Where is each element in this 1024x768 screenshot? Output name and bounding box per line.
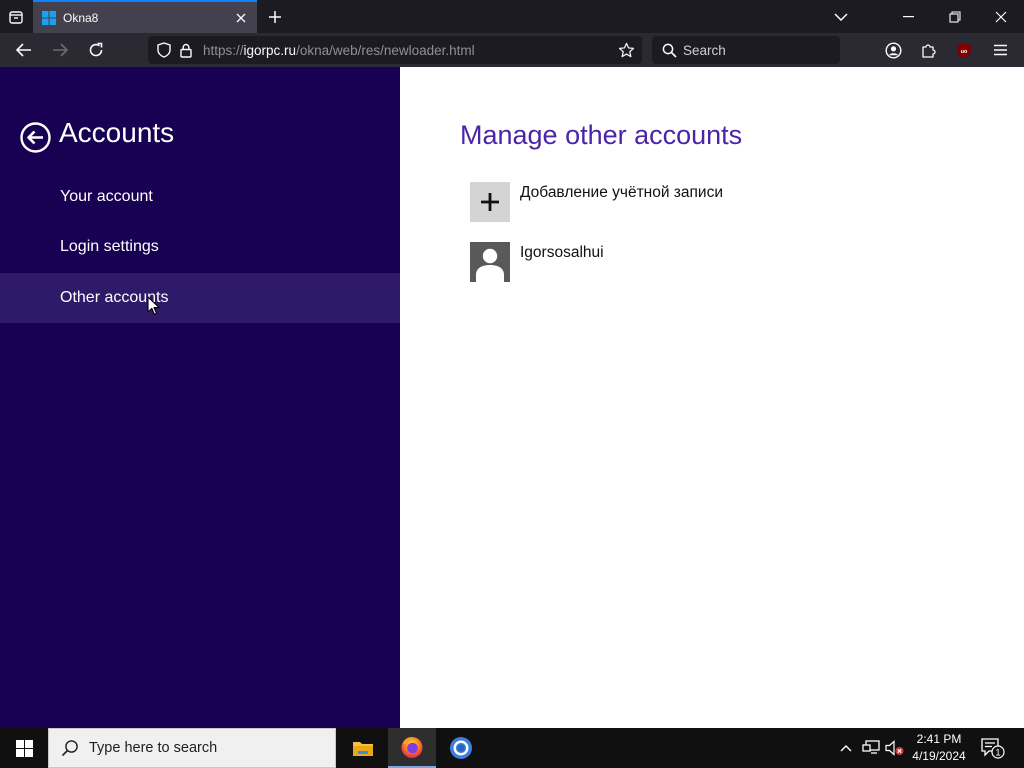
network-tray-button[interactable] [861,738,881,758]
sidebar-title: Accounts [59,117,175,148]
forward-button[interactable] [46,37,74,63]
user-avatar[interactable] [470,242,510,282]
window-close-button[interactable] [978,0,1024,33]
taskbar-clock[interactable]: 2:41 PM 4/19/2024 [906,731,972,765]
sidebar-item-your-account[interactable]: Your account [0,172,400,222]
browser-tab-active[interactable]: Okna8 [33,0,257,33]
tab-list-icon [9,11,23,24]
app-menu-button[interactable] [986,37,1014,63]
windows-logo-icon [15,739,33,757]
tab-list-button[interactable] [4,5,28,29]
browser-app-icon [450,737,472,759]
new-tab-button[interactable] [263,5,287,29]
lock-icon [180,43,192,58]
ublock-extension-button[interactable]: uo [950,37,978,63]
tab-title: Okna8 [63,10,99,25]
accounts-sidebar: Accounts Your account Login settings Oth… [0,67,400,728]
star-icon [618,42,634,57]
list-all-tabs-button[interactable] [818,0,864,33]
add-account-label: Добавление учётной записи [520,184,723,201]
clock-time: 2:41 PM [916,732,962,746]
search-icon [61,740,78,757]
taskbar-browser-app[interactable] [437,728,485,768]
notification-count: 1 [995,747,1000,757]
url-host: igorpc.ru [243,42,297,58]
plus-icon [481,193,499,211]
extensions-button[interactable] [915,37,943,63]
network-icon [862,740,880,754]
windows-taskbar: Type here to search 2:41 PM 4/19/2024 1 [0,728,1024,768]
plus-icon [269,11,281,23]
windows-logo-icon [42,10,56,25]
minimize-button[interactable] [886,0,932,33]
restore-icon [949,10,961,23]
tracking-protection-button[interactable] [153,39,175,61]
shield-icon [157,42,171,58]
volume-tray-button[interactable] [885,738,905,758]
web-page: Accounts Your account Login settings Oth… [0,67,1024,728]
notification-center-button[interactable]: 1 [980,736,1006,760]
add-account-tile[interactable] [470,182,510,222]
account-name: Igorsosalhui [520,244,604,261]
back-button[interactable] [10,37,38,63]
tab-close-button[interactable] [231,8,251,28]
puzzle-icon [922,44,936,58]
restore-button[interactable] [932,0,978,33]
sidebar-item-login-settings[interactable]: Login settings [0,222,400,272]
start-button[interactable] [0,728,48,768]
notification-icon: 1 [981,738,1005,759]
chevron-down-icon [834,12,848,21]
url-scheme: https:// [203,42,244,58]
navigation-toolbar: https://igorpc.ru/okna/web/res/newloader… [0,33,1024,67]
url-bar[interactable]: https://igorpc.ru/okna/web/res/newloader… [148,36,642,64]
close-icon [995,11,1007,22]
search-icon [662,43,677,58]
arrow-left-icon [16,43,31,57]
show-hidden-icons-button[interactable] [836,738,856,758]
account-list-item[interactable]: Igorsosalhui [470,242,604,282]
minimize-icon [903,15,914,17]
taskbar-search-placeholder: Type here to search [89,740,218,756]
ublock-shield-icon: uo [957,42,971,58]
taskbar-firefox[interactable] [388,728,436,768]
add-account-item[interactable]: Добавление учётной записи [470,182,723,222]
url-path: /okna/web/res/newloader.html [296,42,475,58]
extension-badge-text: uo [961,48,968,54]
page-title: Manage other accounts [460,120,743,150]
close-icon [236,13,246,22]
search-placeholder: Search [683,42,726,58]
search-bar[interactable]: Search [652,36,840,64]
clock-date: 4/19/2024 [912,749,966,763]
accounts-content: Manage other accounts Добавление учётной… [400,67,1024,728]
back-arrow-circle-icon[interactable] [20,122,51,153]
firefox-icon [401,737,423,758]
taskbar-search-box[interactable]: Type here to search [48,728,336,768]
bookmark-button[interactable] [615,39,637,61]
browser-tab-strip: Okna8 [0,0,1024,33]
sidebar-item-other-accounts[interactable]: Other accounts [0,273,400,323]
sidebar-item-label: Login settings [60,238,159,255]
account-icon [884,41,902,59]
reload-button[interactable] [82,37,110,63]
sidebar-item-label: Your account [60,188,153,205]
reload-icon [89,42,103,57]
user-silhouette-icon [470,242,510,282]
url-text: https://igorpc.ru/okna/web/res/newloader… [203,43,615,58]
chevron-up-icon [840,745,852,752]
taskbar-file-explorer[interactable] [339,728,387,768]
arrow-right-icon [53,43,68,57]
folder-icon [353,742,373,756]
account-button[interactable] [879,37,907,63]
site-info-button[interactable] [175,39,197,61]
hamburger-menu-icon [993,44,1007,56]
volume-muted-icon [885,740,904,756]
mouse-pointer-icon [147,296,160,315]
